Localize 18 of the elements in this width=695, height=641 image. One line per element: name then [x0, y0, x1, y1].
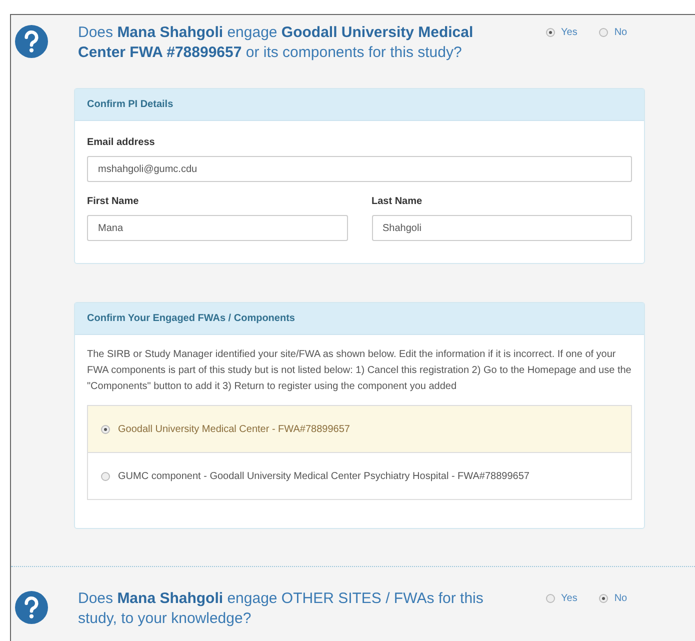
panel-heading: Confirm PI Details	[75, 89, 644, 121]
fwa-option[interactable]: Goodall University Medical Center - FWA#78899657	[88, 406, 631, 452]
instructions-text: The SIRB or Study Manager identified your site/FWA as shown below. Edit the information if it is incorrect. If one of your FWA components is part of this study but is not listed below: 1) Cancel this registration 2) Go to the Homepage and use the "Components" button to add it 3) Return to register using the component you added	[87, 348, 632, 394]
field-label: First Name	[87, 196, 140, 207]
question-text: Does Mana Shahgoli engage OTHER SITES / FWAs for this study, to your knowledge?	[78, 589, 484, 629]
question-text: Does Mana Shahgoli engage Goodall University Medical Center FWA #78899657 or its components for this study?	[78, 23, 474, 63]
radio-option[interactable]: Yes	[546, 27, 578, 38]
field-label: Last Name	[372, 196, 424, 207]
radio-option[interactable]: No	[599, 593, 628, 604]
radio-option[interactable]: Yes	[546, 593, 578, 604]
email-field[interactable]: mshahgoli@gumc.cdu	[87, 156, 632, 182]
last-name-field[interactable]: Shahgoli	[372, 215, 632, 241]
help-icon	[15, 25, 48, 58]
radio-option[interactable]: No	[599, 27, 628, 38]
panel-heading: Confirm Your Engaged FWAs / Components	[75, 303, 644, 335]
field-label: Email address	[87, 137, 156, 148]
first-name-field[interactable]: Mana	[87, 215, 348, 241]
help-icon	[15, 591, 48, 624]
